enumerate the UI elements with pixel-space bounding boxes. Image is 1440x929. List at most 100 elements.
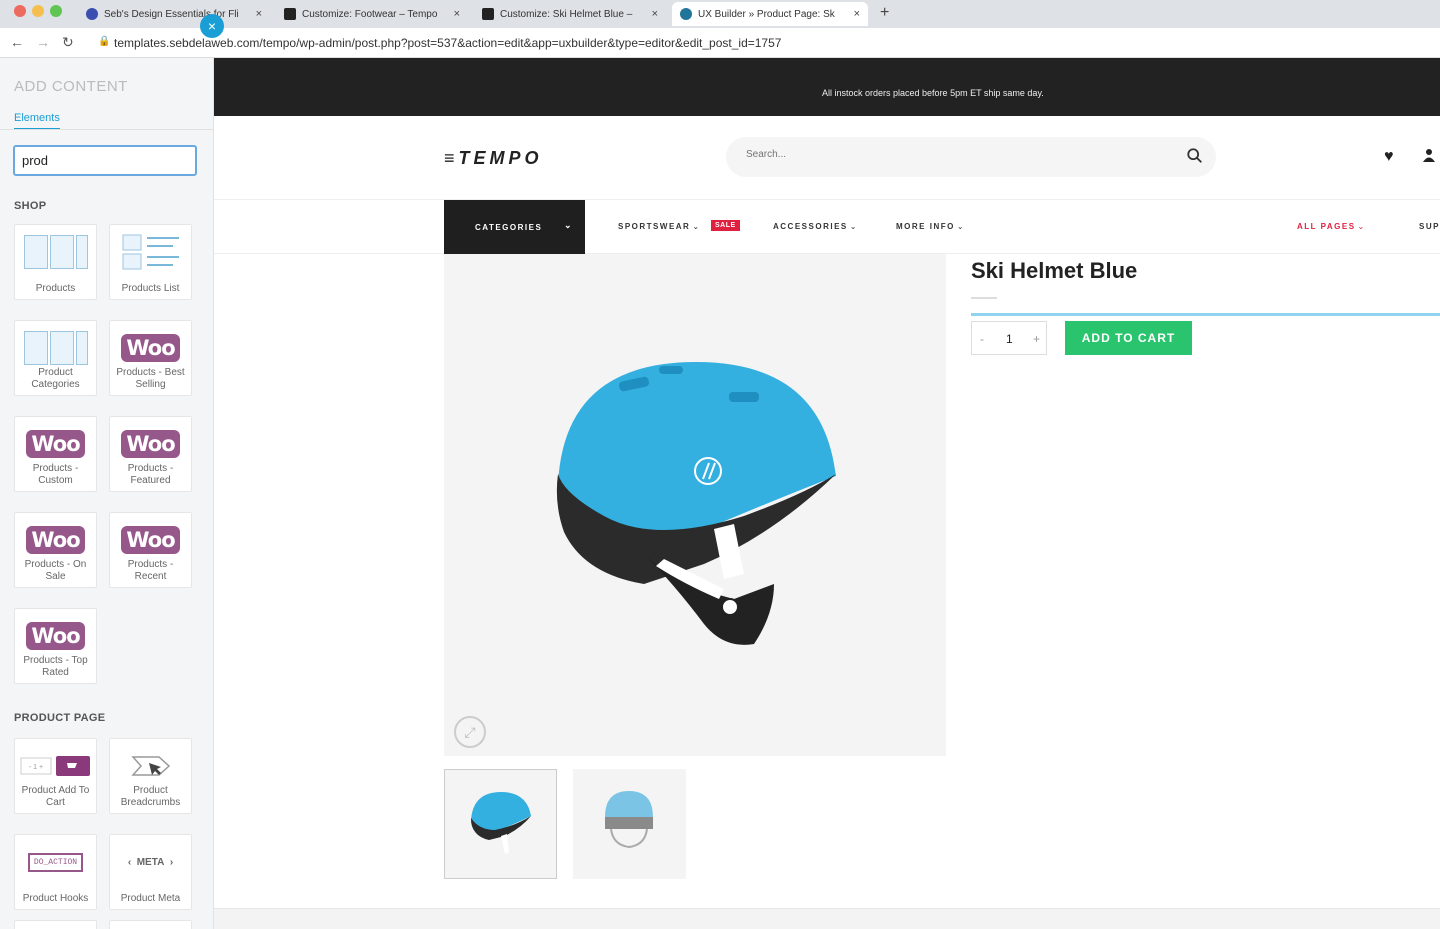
meta-icon: ‹ META › — [127, 856, 174, 868]
tab-title: UX Builder » Product Page: Sk — [698, 8, 835, 20]
woo-icon: Woo — [15, 521, 96, 559]
quantity-stepper[interactable]: - 1 + — [971, 321, 1047, 355]
products-list-icon — [110, 233, 191, 271]
product-page-section-label: PRODUCT PAGE — [14, 712, 106, 724]
nav-item-sportswear[interactable]: SPORTSWEAR ⌄ — [618, 222, 701, 231]
close-window-button[interactable] — [14, 5, 26, 17]
close-tab-icon[interactable]: × — [256, 8, 262, 20]
element-card-product-add-to-cart[interactable]: - 1 + Product Add To Cart — [14, 738, 97, 814]
site-search[interactable] — [726, 137, 1216, 177]
url-field[interactable]: templates.sebdelaweb.com/tempo/wp-admin/… — [114, 36, 781, 50]
tab-title: Customize: Footwear – Tempo — [302, 8, 438, 20]
ski-helmet-back-thumbnail-image — [605, 791, 653, 849]
tab-title: Seb's Design Essentials for Fli — [104, 8, 239, 20]
product-thumbnail-2[interactable] — [573, 769, 686, 879]
reload-icon[interactable]: ↻ — [62, 34, 74, 51]
element-card-products-featured[interactable]: Woo Products - Featured — [109, 416, 192, 492]
categories-dropdown[interactable]: CATEGORIES ⌄ — [444, 200, 585, 254]
title-divider — [971, 297, 997, 299]
element-card-partial[interactable] — [14, 920, 97, 929]
lock-icon: 🔒 — [98, 36, 111, 47]
qty-value[interactable]: 1 — [1006, 332, 1013, 346]
chevron-down-icon: ⌄ — [1357, 222, 1366, 231]
products-grid-icon — [15, 233, 96, 271]
browser-tab-3[interactable]: Customize: Ski Helmet Blue – × — [474, 2, 666, 26]
card-label: Products - Recent — [127, 559, 174, 582]
tab-title: Customize: Ski Helmet Blue – — [500, 8, 633, 20]
element-card-product-hooks[interactable]: DO_ACTION Product Hooks — [14, 834, 97, 910]
card-label: Products - Featured — [127, 463, 174, 486]
element-card-products-top-rated[interactable]: Woo Products - Top Rated — [14, 608, 97, 684]
close-panel-button[interactable]: × — [200, 14, 224, 38]
element-card-products-list[interactable]: Products List — [109, 224, 192, 300]
element-card-product-categories[interactable]: Product Categories — [14, 320, 97, 396]
element-card-partial[interactable] — [109, 920, 192, 929]
card-label: Product Hooks — [22, 893, 89, 904]
site-header: ≡TEMPO ♥ — [214, 116, 1440, 200]
shop-section-label: SHOP — [14, 200, 47, 212]
sale-badge: SALE — [711, 220, 740, 231]
nav-item-all-pages[interactable]: ALL PAGES ⌄ — [1297, 222, 1366, 231]
chevron-down-icon: ⌄ — [692, 222, 701, 231]
element-search-input[interactable] — [13, 145, 197, 176]
site-nav: CATEGORIES ⌄ SPORTSWEAR ⌄ SALE ACCESSORIE… — [214, 200, 1440, 254]
tab-elements[interactable]: Elements — [14, 112, 60, 130]
zoom-expand-icon[interactable]: ⤢ — [454, 716, 486, 748]
element-card-products-best-selling[interactable]: Woo Products - Best Selling — [109, 320, 192, 396]
woo-icon: Woo — [110, 329, 191, 367]
nav-item-more-info[interactable]: MORE INFO ⌄ — [896, 222, 965, 231]
add-to-cart-icon: - 1 + — [15, 747, 96, 785]
chevron-down-icon: ⌄ — [849, 222, 858, 231]
tempo-favicon-icon — [284, 8, 296, 20]
back-arrow-icon[interactable]: ← — [10, 34, 24, 50]
minimize-window-button[interactable] — [32, 5, 44, 17]
browser-tab-4[interactable]: UX Builder » Product Page: Sk × — [672, 2, 868, 26]
ski-helmet-thumbnail-image — [471, 792, 531, 854]
new-tab-button[interactable]: + — [880, 4, 889, 22]
browser-tab-2[interactable]: Customize: Footwear – Tempo × — [276, 2, 468, 26]
woo-icon: Woo — [110, 425, 191, 463]
product-main-image[interactable]: ⤢ — [444, 254, 946, 756]
close-tab-icon[interactable]: × — [454, 8, 460, 20]
element-card-product-meta[interactable]: ‹ META › Product Meta — [109, 834, 192, 910]
product-thumbnail-1[interactable] — [444, 769, 557, 879]
product-title: Ski Helmet Blue — [971, 258, 1138, 283]
qty-minus-button[interactable]: - — [980, 332, 984, 346]
panel-title: ADD CONTENT — [14, 78, 128, 95]
close-tab-icon[interactable]: × — [652, 8, 658, 20]
tempo-favicon-icon — [482, 8, 494, 20]
search-icon[interactable] — [1186, 147, 1204, 165]
site-logo[interactable]: ≡TEMPO — [444, 148, 543, 169]
card-label: Products - On Sale — [24, 559, 87, 582]
chevron-down-icon: ⌄ — [563, 220, 573, 230]
account-user-icon[interactable] — [1422, 148, 1436, 167]
site-top-bar: All instock orders placed before 5pm ET … — [214, 58, 1440, 116]
site-search-input[interactable] — [746, 149, 1166, 160]
browser-tab-1[interactable]: Seb's Design Essentials for Fli × — [78, 2, 270, 26]
card-label: Product Categories — [31, 367, 80, 390]
seb-favicon-icon — [86, 8, 98, 20]
svg-text:- 1 +: - 1 + — [28, 764, 42, 771]
wishlist-heart-icon[interactable]: ♥ — [1384, 148, 1394, 166]
close-tab-icon[interactable]: × — [854, 8, 860, 20]
nav-item-support[interactable]: SUP — [1419, 222, 1440, 231]
element-card-product-breadcrumbs[interactable]: Product Breadcrumbs — [109, 738, 192, 814]
hooks-icon: DO_ACTION — [15, 843, 96, 881]
element-card-products-on-sale[interactable]: Woo Products - On Sale — [14, 512, 97, 588]
element-card-products[interactable]: Products — [14, 224, 97, 300]
element-card-products-custom[interactable]: Woo Products - Custom — [14, 416, 97, 492]
maximize-window-button[interactable] — [50, 5, 62, 17]
nav-item-accessories[interactable]: ACCESSORIES ⌄ — [773, 222, 858, 231]
canvas-footer-strip — [214, 908, 1440, 929]
element-card-products-recent[interactable]: Woo Products - Recent — [109, 512, 192, 588]
forward-arrow-icon[interactable]: → — [36, 34, 50, 50]
card-label: Products List — [121, 283, 180, 294]
add-content-panel: ADD CONTENT Elements SHOP Products Produ… — [0, 58, 214, 929]
qty-plus-button[interactable]: + — [1033, 332, 1040, 346]
add-to-cart-button[interactable]: ADD TO CART — [1065, 321, 1192, 355]
shipping-notice: All instock orders placed before 5pm ET … — [822, 88, 1044, 98]
woo-icon: Woo — [110, 521, 191, 559]
woo-icon: Woo — [15, 617, 96, 655]
card-label: Products - Top Rated — [23, 655, 88, 678]
card-label: Product Breadcrumbs — [120, 785, 181, 808]
